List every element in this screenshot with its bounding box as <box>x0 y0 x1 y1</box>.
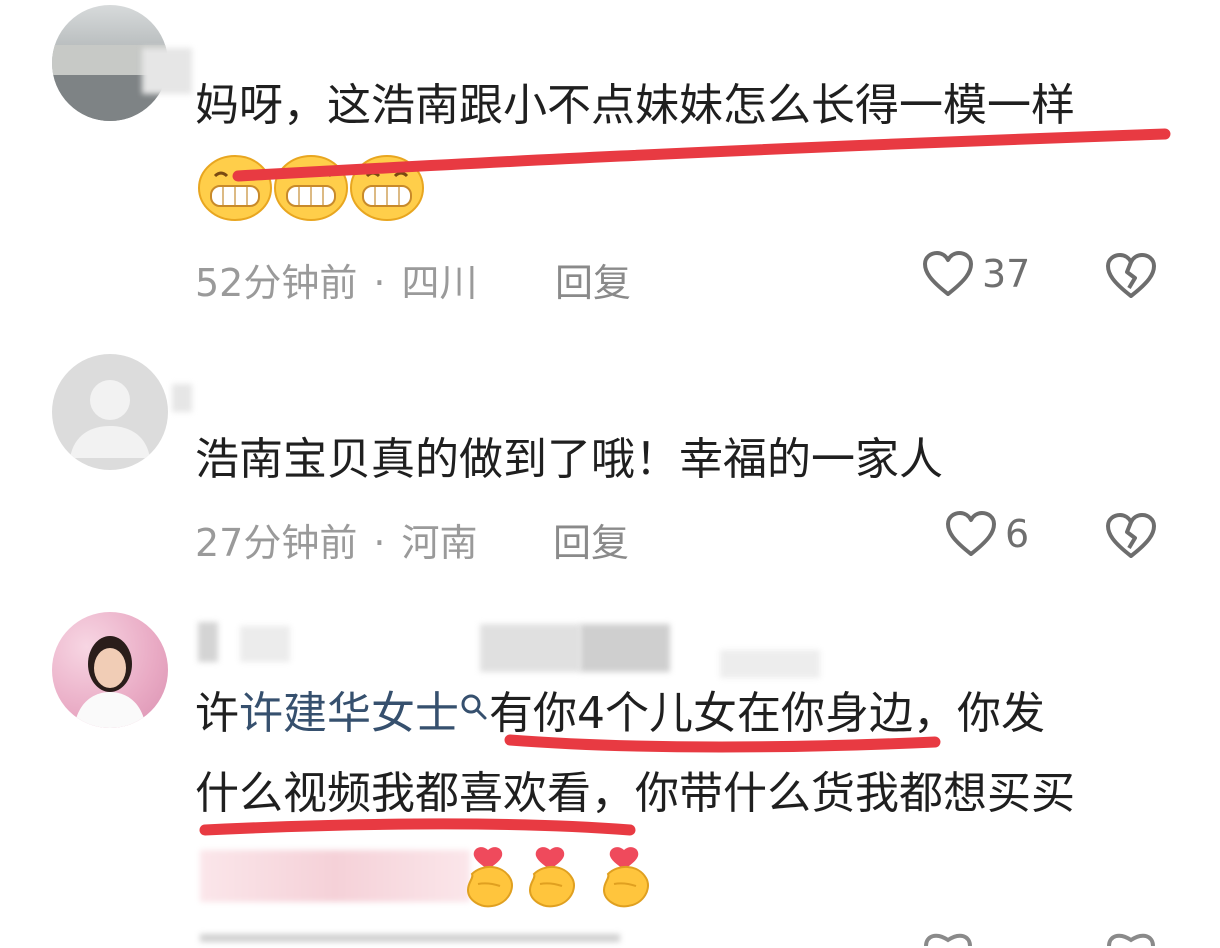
username-redacted <box>720 650 820 678</box>
finger-heart-icon <box>528 847 575 908</box>
comment-3: 许许建华女士 有你4个儿女在你身边，你发 什么视频我都喜欢看，你带什么货我都想买… <box>0 590 1220 947</box>
broken-heart-icon[interactable] <box>1105 928 1157 948</box>
like-count: 37 <box>982 252 1031 296</box>
username-redacted <box>240 626 290 662</box>
comment-location: 四川 <box>401 261 478 305</box>
like-button[interactable]: 6 <box>945 510 1029 558</box>
default-user-icon <box>70 380 150 458</box>
username-redacted <box>198 622 218 662</box>
comment-meta: 27分钟前 · 河南 <box>195 512 477 567</box>
heart-icon <box>923 251 973 296</box>
comment-meta: 52分钟前 · 四川 <box>195 252 477 307</box>
username-redacted <box>172 384 192 412</box>
finger-heart-icon <box>602 847 649 908</box>
comment-1: 妈呀，这浩南跟小不点妹妹怎么长得一模一样 52分钟前 · 四川 回复 37 <box>0 0 1220 330</box>
search-icon[interactable] <box>459 692 489 722</box>
avatar[interactable] <box>52 612 168 728</box>
red-underline-annotation <box>232 128 1171 182</box>
meta-separator: · <box>373 521 386 565</box>
finger-heart-icon <box>466 847 513 908</box>
comment-time: 27分钟前 <box>195 521 358 565</box>
comment-time: 52分钟前 <box>195 261 358 305</box>
username-redacted <box>480 624 580 672</box>
partial-meta-row <box>200 934 620 942</box>
avatar[interactable] <box>52 354 168 470</box>
like-count: 6 <box>1005 512 1030 556</box>
broken-heart-icon[interactable] <box>1105 252 1157 300</box>
heart-icon <box>946 511 996 556</box>
reply-button[interactable]: 回复 <box>553 512 629 567</box>
like-button[interactable]: 37 <box>922 250 1030 298</box>
comment-text: 浩南宝贝真的做到了哦！幸福的一家人 <box>195 434 943 485</box>
comment-location: 河南 <box>401 521 478 565</box>
username-redacted <box>142 48 192 94</box>
broken-heart-icon[interactable] <box>1105 512 1157 560</box>
redacted-content <box>200 850 470 902</box>
avatar-image <box>74 636 146 728</box>
heart-icon[interactable] <box>922 928 974 948</box>
reply-button[interactable]: 回复 <box>555 252 631 307</box>
username-redacted <box>580 624 670 672</box>
meta-separator: · <box>373 261 386 305</box>
comment-2: 浩南宝贝真的做到了哦！幸福的一家人 27分钟前 · 河南 回复 6 <box>0 330 1220 590</box>
